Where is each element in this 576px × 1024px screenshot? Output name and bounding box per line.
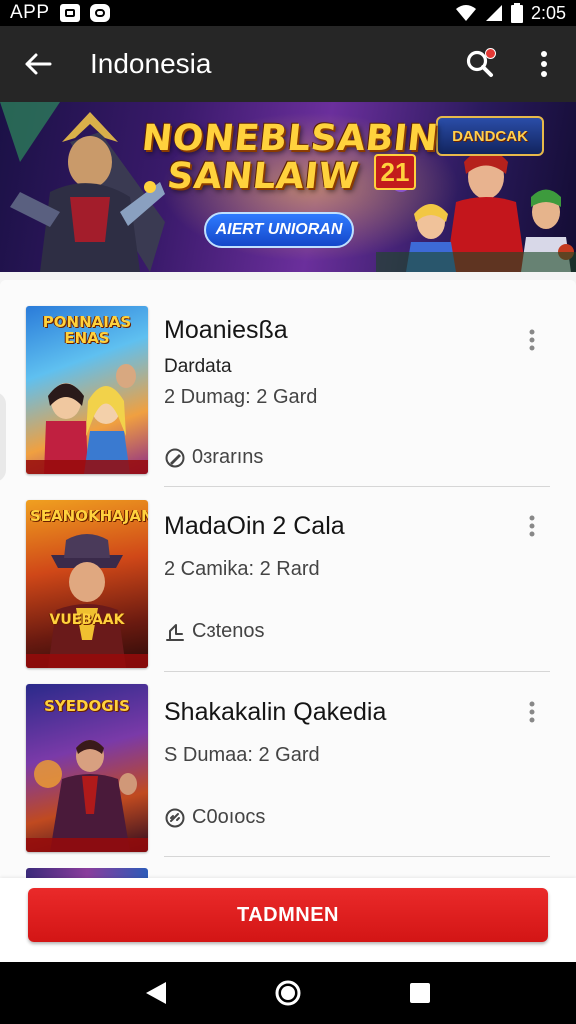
more-vertical-icon — [529, 515, 535, 537]
game-thumbnail — [26, 868, 148, 878]
drawer-handle[interactable] — [0, 392, 6, 482]
page-title: Indonesia — [90, 48, 212, 79]
banner-badge: 21 — [374, 154, 416, 190]
image-icon — [59, 4, 80, 22]
wifi-icon — [455, 5, 476, 21]
item-action[interactable]: Cɜtenos — [164, 620, 265, 643]
item-action-label: C0oıocs — [192, 806, 266, 828]
thumbnail-title: SYEDOGIS — [44, 697, 130, 715]
item-more-button[interactable] — [512, 506, 552, 546]
nav-home-button[interactable] — [258, 963, 318, 1023]
item-more-button[interactable] — [512, 692, 552, 732]
list-item[interactable]: PONNAIAS ENAS Moaniesßa Dardata 2 Dumag:… — [24, 282, 552, 474]
banner-cta-button[interactable]: AIERT UNIORAN — [204, 212, 354, 248]
share-hand-icon — [166, 623, 184, 641]
status-app-label: APP — [10, 2, 50, 23]
link-circle-icon — [165, 808, 185, 827]
item-title: Moaniesßa — [164, 316, 288, 344]
list-item[interactable]: SYEDOGIS Shakakalin Qakedia S Dumaa: 2 G… — [24, 660, 552, 852]
item-action[interactable]: C0oıocs — [164, 806, 265, 829]
nav-recents-button[interactable] — [390, 963, 450, 1023]
banner-logo: DANDCAK — [436, 116, 544, 156]
primary-action-button[interactable]: TADMNEN — [28, 888, 548, 942]
item-action[interactable]: 0ɜrarıns — [164, 446, 263, 469]
divider — [164, 856, 550, 857]
list-item[interactable]: SEANOKHAJAN VUEBAAK MadaOin 2 Cala 2 Cam… — [24, 476, 552, 668]
thumbnail-subtitle: VUEBAAK — [49, 612, 125, 628]
thumbnail-title: PONNAIAS ENAS — [42, 313, 132, 347]
notification-dot — [485, 48, 496, 59]
back-triangle-icon — [146, 982, 166, 1004]
status-bar: APP 2:05 — [0, 0, 576, 26]
recents-square-icon — [410, 983, 430, 1003]
item-subtitle: Dardata — [164, 356, 232, 377]
item-title: MadaOin 2 Cala — [164, 512, 345, 540]
nav-back-button[interactable] — [126, 963, 186, 1023]
search-button[interactable] — [448, 26, 512, 102]
banner-title: NONEBLSABIN SANLAIW — [139, 118, 441, 197]
item-more-button[interactable] — [512, 320, 552, 360]
back-arrow-icon — [25, 53, 52, 75]
item-title: Shakakalin Qakedia — [164, 698, 387, 726]
back-button[interactable] — [0, 26, 76, 102]
more-vertical-icon — [541, 51, 547, 77]
more-vertical-icon — [529, 701, 535, 723]
thumbnail-title: SEANOKHAJAN — [30, 507, 148, 525]
more-vertical-icon — [529, 329, 535, 351]
game-thumbnail: SYEDOGIS — [26, 684, 148, 852]
status-time: 2:05 — [530, 2, 566, 23]
more-options-button[interactable] — [512, 26, 576, 102]
battery-icon — [510, 3, 523, 23]
game-list: PONNAIAS ENAS Moaniesßa Dardata 2 Dumag:… — [0, 272, 576, 878]
item-action-label: Cɜtenos — [192, 620, 265, 642]
game-thumbnail: SEANOKHAJAN VUEBAAK — [26, 500, 148, 668]
edit-link-icon — [165, 448, 185, 467]
promo-banner[interactable]: DANDCAK NONEBLSABIN SANLAIW 21 AIERT UNI… — [0, 102, 576, 272]
system-nav-bar — [0, 962, 576, 1024]
item-meta: 2 Camika: 2 Rard — [164, 558, 320, 580]
chat-icon — [89, 4, 110, 22]
item-meta: S Dumaa: 2 Gard — [164, 744, 320, 766]
hero-illustration-icon — [48, 534, 126, 668]
game-thumbnail: PONNAIAS ENAS — [26, 306, 148, 474]
bottom-action-area: TADMNEN — [0, 878, 576, 962]
home-circle-icon — [275, 980, 301, 1006]
app-bar: Indonesia — [0, 26, 576, 102]
item-action-label: 0ɜrarıns — [192, 446, 264, 468]
item-meta: 2 Dumag: 2 Gard — [164, 386, 318, 408]
signal-icon — [485, 5, 502, 21]
